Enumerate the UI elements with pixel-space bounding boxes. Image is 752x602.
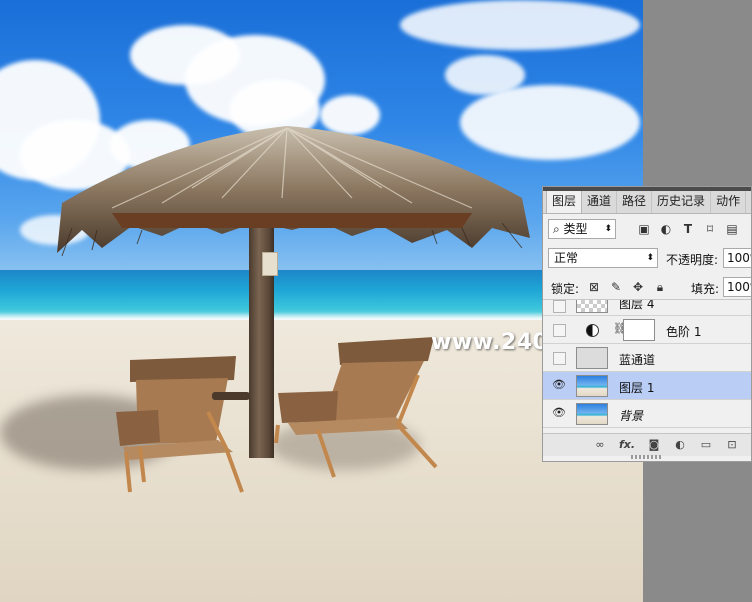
opacity-label: 不透明度: [666, 253, 719, 267]
layer-name: 图层 1 [619, 381, 655, 395]
layer-thumbnail [576, 347, 608, 369]
layers-bottom-toolbar: ∞ fx. ◙ ◐ ▭ ⊡ [543, 433, 751, 456]
blend-mode-select[interactable]: 正常 ⬍ [548, 248, 658, 268]
layer-name: 背景 [619, 409, 644, 423]
new-adjustment-icon[interactable]: ◐ [673, 438, 687, 452]
visibility-toggle[interactable] [553, 300, 566, 313]
type-filter-icon[interactable]: T [681, 222, 695, 236]
smart-object-filter-icon[interactable]: ▤ [725, 222, 739, 236]
cloud [400, 0, 640, 50]
updown-arrow-icon: ⬍ [604, 224, 612, 234]
tab-channels[interactable]: 通道 [582, 188, 618, 213]
lock-image-pixels-icon[interactable]: ✎ [609, 280, 623, 294]
layer-thumbnail [576, 403, 608, 425]
layer-thumbnail [576, 300, 608, 313]
adjustment-filter-icon[interactable]: ◐ [659, 222, 673, 236]
lock-transparent-pixels-icon[interactable]: ⊠ [587, 280, 601, 294]
layers-panel[interactable]: 图层 通道 路径 历史记录 动作 ⌕ 类型 ⬍ ▣ ◐ T ⌑ ▤ 正常 ⬍ 不透明… [542, 186, 752, 462]
layer-row-levels-1[interactable]: ⛓ 色阶 1 [543, 316, 751, 344]
right-beach-chair [274, 337, 438, 478]
panel-resize-grip[interactable] [631, 455, 661, 459]
panel-title-strip[interactable] [543, 187, 751, 191]
fx-icon[interactable]: fx. [619, 438, 635, 452]
layer-row-blue-channel[interactable]: 蓝通道 [543, 344, 751, 372]
tab-actions[interactable]: 动作 [711, 188, 747, 213]
layer-mask-thumbnail[interactable] [623, 319, 655, 341]
image-filter-icon[interactable]: ▣ [637, 222, 651, 236]
layer-name: 色阶 1 [666, 325, 702, 339]
visibility-toggle[interactable] [553, 324, 566, 337]
levels-adjustment-icon [586, 324, 599, 337]
cloud [445, 55, 525, 95]
panel-tab-bar: 图层 通道 路径 历史记录 动作 [543, 187, 751, 214]
eye-icon[interactable]: 👁︎ [551, 379, 567, 391]
layer-thumbnail [576, 375, 608, 397]
layer-row-background[interactable]: 👁︎ 背景 [543, 400, 751, 428]
tab-paths[interactable]: 路径 [617, 188, 653, 213]
search-icon: ⌕ [553, 222, 564, 236]
fill-label: 填充: [691, 282, 720, 296]
shape-filter-icon[interactable]: ⌑ [703, 222, 717, 236]
blend-mode-value: 正常 [554, 251, 579, 265]
new-group-icon[interactable]: ▭ [699, 438, 713, 452]
layer-filter-select[interactable]: ⌕ 类型 ⬍ [548, 219, 616, 239]
opacity-input[interactable]: 100% [723, 248, 751, 268]
side-table [212, 392, 250, 400]
blend-opacity-row: 正常 ⬍ 不透明度: 100% [543, 247, 751, 271]
filter-type-label: 类型 [563, 222, 588, 236]
lock-all-icon[interactable]: 🔒︎ [653, 280, 667, 294]
link-layers-icon[interactable]: ∞ [593, 438, 607, 452]
layer-list[interactable]: 图层 4 ⛓ 色阶 1 蓝通道 👁︎ 图层 1 👁︎ 背景 [543, 299, 751, 434]
layer-row-layer-1[interactable]: 👁︎ 图层 1 [543, 372, 751, 400]
eye-icon[interactable]: 👁︎ [551, 407, 567, 419]
lock-label: 锁定: [551, 282, 580, 296]
lock-fill-row: 锁定: ⊠ ✎ ✥ 🔒︎ 填充: 100% [543, 276, 751, 300]
updown-arrow-icon: ⬍ [646, 253, 654, 263]
fill-input[interactable]: 100% [723, 277, 751, 297]
left-beach-chair [116, 356, 244, 493]
add-mask-icon[interactable]: ◙ [647, 438, 661, 452]
layer-row-layer-4[interactable]: 图层 4 [543, 299, 751, 316]
tab-history[interactable]: 历史记录 [652, 188, 712, 213]
lock-position-icon[interactable]: ✥ [631, 280, 645, 294]
visibility-toggle[interactable] [553, 352, 566, 365]
layer-filter-row: ⌕ 类型 ⬍ ▣ ◐ T ⌑ ▤ [543, 218, 751, 242]
layer-name: 蓝通道 [619, 353, 656, 367]
thatched-umbrella-roof [57, 126, 530, 257]
layer-name: 图层 4 [619, 299, 655, 311]
new-layer-icon[interactable]: ⊡ [725, 438, 739, 452]
